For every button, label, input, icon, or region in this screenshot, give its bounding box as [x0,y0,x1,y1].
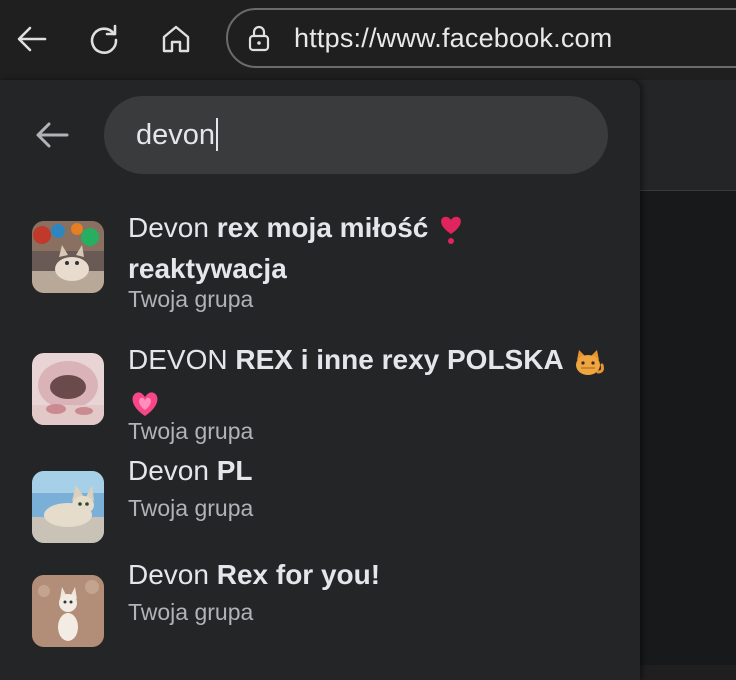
group-thumbnail [32,575,104,647]
home-button[interactable] [153,16,199,62]
result-title: Devon rex moja miłość reaktywacja [128,207,608,289]
address-bar[interactable]: https://www.facebook.com [226,8,736,68]
result-subtitle: Twoja grupa [128,418,254,444]
search-input[interactable]: devon [136,117,219,152]
browser-toolbar: https://www.facebook.com [0,0,736,80]
url-text[interactable]: https://www.facebook.com [294,23,612,54]
group-photo [32,471,104,543]
sparkling-heart-icon [132,391,158,416]
group-photo [32,221,104,293]
reload-icon [90,24,118,54]
search-field[interactable]: devon [104,96,608,174]
result-title: Devon Rex for you! [128,559,381,590]
reload-button[interactable] [81,16,127,62]
group-photo [32,575,104,647]
result-subtitle: Twoja grupa [128,599,254,625]
close-search-button[interactable] [30,116,74,154]
text-caret [216,117,219,151]
search-dropdown: devon Devon rex moja miłość reaktywacja … [0,80,640,680]
arrow-left-icon [17,26,47,52]
result-subtitle: Twoja grupa [128,286,254,312]
result-title: DEVON REX i inne rexy POLSKA [128,339,608,421]
result-subtitle: Twoja grupa [128,495,254,521]
group-photo [32,353,104,425]
lock-icon[interactable] [244,23,274,53]
group-thumbnail [32,221,104,293]
cat-icon [576,349,605,375]
home-icon [162,25,190,53]
result-title: Devon PL [128,455,253,486]
heart-exclamation-icon [441,216,462,244]
group-thumbnail [32,353,104,425]
search-query: devon [136,119,216,151]
arrow-left-icon [36,122,69,148]
back-button[interactable] [9,16,55,62]
group-thumbnail [32,471,104,543]
